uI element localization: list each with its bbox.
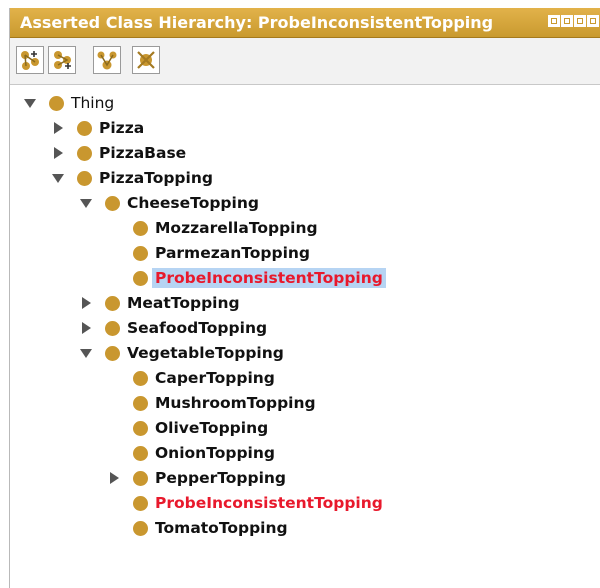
tree-node[interactable]: OnionTopping xyxy=(10,442,595,464)
tree-node-label: SeafoodTopping xyxy=(127,319,268,337)
class-icon xyxy=(133,421,148,436)
collapsed-arrow-icon[interactable] xyxy=(51,146,65,160)
tree-node[interactable]: MozzarellaTopping xyxy=(10,217,595,239)
tree-node[interactable]: PepperTopping xyxy=(10,467,595,489)
hierarchy-toolbar xyxy=(10,38,600,85)
tree-node-label: MozzarellaTopping xyxy=(155,219,318,237)
tree-node[interactable]: PizzaBase xyxy=(10,142,595,164)
expanded-arrow-icon[interactable] xyxy=(79,196,93,210)
tree-node-label: Pizza xyxy=(99,119,145,137)
class-icon xyxy=(133,221,148,236)
class-icon xyxy=(133,471,148,486)
expanded-arrow-icon[interactable] xyxy=(23,96,37,110)
minimize-icon[interactable] xyxy=(561,15,573,27)
class-icon xyxy=(133,246,148,261)
class-icon xyxy=(133,371,148,386)
class-hierarchy-panel: Asserted Class Hierarchy: ProbeInconsist… xyxy=(9,8,600,588)
tree-node-label: ParmezanTopping xyxy=(155,244,311,262)
collapsed-arrow-icon[interactable] xyxy=(51,121,65,135)
tree-node[interactable]: MeatTopping xyxy=(10,292,595,314)
collapsed-arrow-icon[interactable] xyxy=(79,296,93,310)
delete-class-button[interactable] xyxy=(132,46,160,74)
close-icon[interactable] xyxy=(587,15,599,27)
class-icon xyxy=(77,146,92,161)
tree-node[interactable]: ParmezanTopping xyxy=(10,242,595,264)
class-icon xyxy=(105,321,120,336)
tree-node[interactable]: PizzaTopping xyxy=(10,167,595,189)
tree-node-label: PepperTopping xyxy=(155,469,287,487)
tree-node-label: TomatoTopping xyxy=(155,519,288,537)
panel-title: Asserted Class Hierarchy: ProbeInconsist… xyxy=(20,13,494,32)
tree-node[interactable]: TomatoTopping xyxy=(10,517,595,539)
class-icon xyxy=(133,496,148,511)
collapsed-arrow-icon[interactable] xyxy=(79,321,93,335)
class-icon xyxy=(77,171,92,186)
delete-class-icon xyxy=(137,51,155,69)
add-sibling-icon xyxy=(54,51,71,69)
tree-node[interactable]: CheeseTopping xyxy=(10,192,595,214)
class-icon xyxy=(49,96,64,111)
tree-node-label: MushroomTopping xyxy=(155,394,316,412)
tree-node[interactable]: Pizza xyxy=(10,117,595,139)
hierarchy-icon xyxy=(97,51,117,70)
collapsed-arrow-icon[interactable] xyxy=(107,471,121,485)
float-icon[interactable] xyxy=(574,15,586,27)
class-icon xyxy=(133,446,148,461)
tree-node-label: ProbeInconsistentTopping xyxy=(155,494,383,512)
class-tree[interactable]: Thing Pizza PizzaBase PizzaTopping CheeseTop… xyxy=(10,85,600,588)
tree-node-label: CaperTopping xyxy=(155,369,275,387)
tree-node[interactable]: ProbeInconsistentTopping xyxy=(10,492,595,514)
class-icon xyxy=(77,121,92,136)
expanded-arrow-icon[interactable] xyxy=(51,171,65,185)
tree-node[interactable]: OliveTopping xyxy=(10,417,595,439)
class-icon xyxy=(133,396,148,411)
tree-node[interactable]: CaperTopping xyxy=(10,367,595,389)
class-icon xyxy=(105,196,120,211)
tree-node[interactable]: VegetableTopping xyxy=(10,342,595,364)
add-subclass-icon xyxy=(21,51,39,70)
add-subclass-button[interactable] xyxy=(16,46,44,74)
tree-node-label: PizzaBase xyxy=(99,144,187,162)
tree-node-label: MeatTopping xyxy=(127,294,240,312)
tree-node-label: OliveTopping xyxy=(155,419,269,437)
tree-node-label: OnionTopping xyxy=(155,444,276,462)
expanded-arrow-icon[interactable] xyxy=(79,346,93,360)
tree-node[interactable]: Thing xyxy=(10,92,595,114)
tree-node-label: VegetableTopping xyxy=(127,344,284,362)
add-sibling-button[interactable] xyxy=(48,46,76,74)
tree-node-label: PizzaTopping xyxy=(99,169,213,187)
tree-node[interactable]: MushroomTopping xyxy=(10,392,595,414)
class-icon xyxy=(133,521,148,536)
tree-node[interactable]: ProbeInconsistentTopping xyxy=(10,267,595,289)
class-icon xyxy=(133,271,148,286)
window-controls xyxy=(548,15,599,27)
tree-node-label: CheeseTopping xyxy=(127,194,259,212)
panel-titlebar: Asserted Class Hierarchy: ProbeInconsist… xyxy=(10,8,600,38)
view-options-icon[interactable] xyxy=(548,15,560,27)
create-hierarchy-button[interactable] xyxy=(93,46,121,74)
class-icon xyxy=(105,346,120,361)
tree-node-label: ProbeInconsistentTopping xyxy=(152,268,386,288)
class-icon xyxy=(105,296,120,311)
tree-node[interactable]: SeafoodTopping xyxy=(10,317,595,339)
tree-node-label: Thing xyxy=(71,94,115,112)
